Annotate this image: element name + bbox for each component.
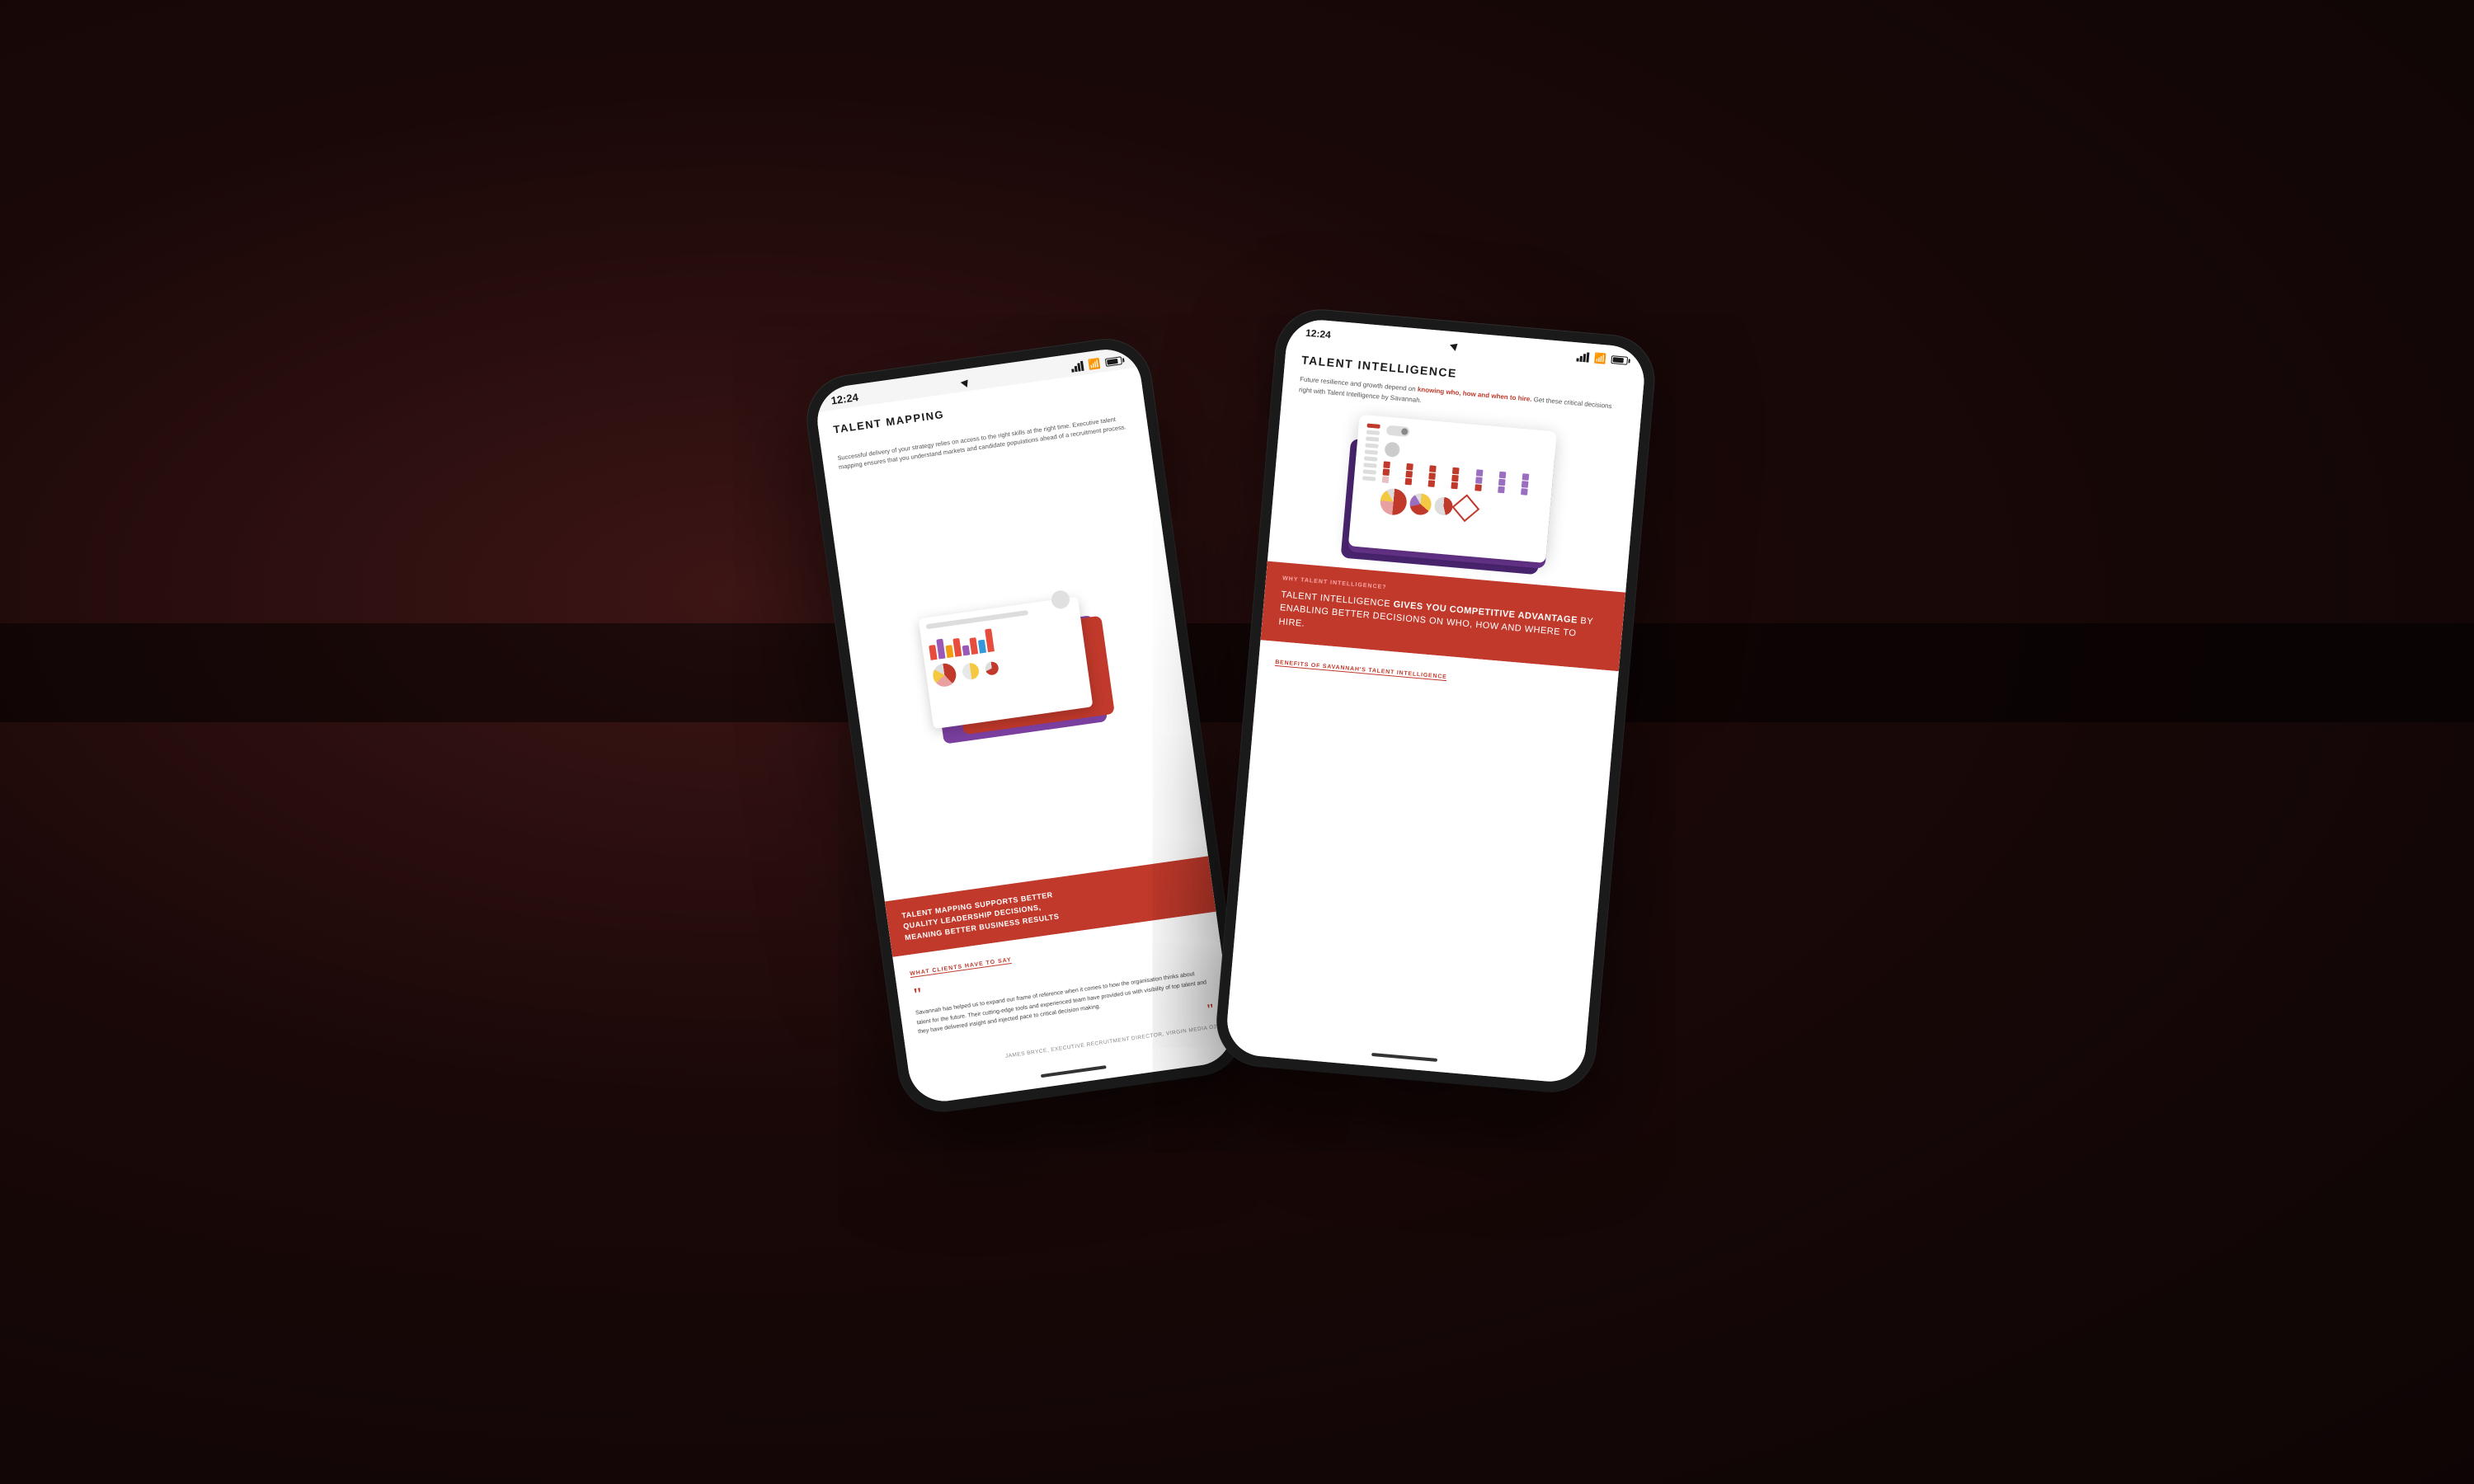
- sidebar-item-2: [1366, 436, 1379, 441]
- sidebar-item-8: [1362, 476, 1376, 481]
- cal-cell: [1429, 465, 1437, 472]
- mini-donut-chart: [931, 662, 957, 688]
- cal-cell: [1522, 473, 1529, 481]
- cal-cell: [1452, 467, 1460, 474]
- sidebar-item-4: [1365, 449, 1378, 454]
- phone-left: 12:24 📶 TALENT MAPPING: [802, 334, 1248, 1117]
- tab-sidebar: [1357, 423, 1380, 539]
- sidebar-item-active: [1366, 423, 1380, 428]
- cal-cell: [1475, 469, 1483, 477]
- red-banner-line3-prefix: MEANING: [905, 928, 946, 942]
- cal-cell: [1429, 472, 1437, 480]
- home-bar-left: [1041, 1065, 1107, 1078]
- dash-avatar-icon: [1051, 589, 1071, 610]
- phone-right: 12:24 📶 TALENT INTELLIGENCE: [1214, 307, 1658, 1096]
- wifi-icon-right: 📶: [1593, 352, 1606, 364]
- cal-cell: [1383, 468, 1390, 476]
- sidebar-item-7: [1363, 469, 1376, 474]
- phones-container: 12:24 📶 TALENT MAPPING: [849, 330, 1625, 1088]
- hero-bold: knowing who, how and when to hire.: [1418, 386, 1532, 403]
- cal-cell: [1498, 471, 1506, 478]
- cal-cell: [1475, 477, 1483, 484]
- screen-content-right: TALENT INTELLIGENCE Future resilience an…: [1226, 340, 1645, 1062]
- pie-chart-2: [1409, 492, 1432, 515]
- tab-toggle: [1386, 425, 1410, 436]
- cal-cell: [1498, 478, 1506, 486]
- home-bar-right: [1371, 1053, 1437, 1062]
- cal-cell: [1406, 470, 1413, 477]
- status-icons-right: 📶: [1576, 350, 1628, 366]
- cal-cell: [1405, 477, 1413, 485]
- location-icon-right: [1450, 340, 1460, 351]
- location-icon-left: [961, 377, 971, 387]
- battery-icon-right: [1611, 355, 1628, 365]
- phone-right-screen: 12:24 📶 TALENT INTELLIGENCE: [1225, 317, 1647, 1085]
- pie-chart-3: [1434, 496, 1454, 516]
- sidebar-item-6: [1363, 463, 1376, 467]
- time-left: 12:24: [830, 391, 859, 406]
- signal-icon-left: [1070, 360, 1084, 372]
- sidebar-item-1: [1366, 430, 1380, 434]
- tablet-illustration-container: [1268, 407, 1639, 592]
- tablet-illustration: [1341, 414, 1567, 576]
- dash-main: [918, 596, 1093, 729]
- pie-chart-1: [1379, 487, 1408, 516]
- tab-content: [1377, 425, 1548, 554]
- cal-cell: [1522, 481, 1529, 488]
- signal-icon-right: [1576, 351, 1589, 362]
- phone-left-image-area: [825, 437, 1208, 902]
- cal-cell: [1451, 481, 1459, 489]
- screen-content-left: TALENT MAPPING Successful delivery of yo…: [816, 367, 1234, 1082]
- tab-main: [1348, 414, 1557, 562]
- battery-icon-left: [1105, 356, 1122, 367]
- cal-cell: [1475, 484, 1482, 491]
- cal-cell: [1406, 463, 1413, 470]
- tab-avatar-icon: [1385, 441, 1401, 458]
- time-right: 12:24: [1305, 327, 1332, 341]
- dashboard-illustration: [918, 594, 1115, 745]
- diamond-chart: [1452, 494, 1480, 522]
- cal-cell: [1382, 476, 1390, 483]
- cal-cell: [1521, 488, 1528, 495]
- cal-cell: [1452, 474, 1460, 481]
- sidebar-item-3: [1365, 443, 1378, 448]
- cal-cell: [1428, 480, 1436, 487]
- phone-left-screen: 12:24 📶 TALENT MAPPING: [813, 345, 1237, 1106]
- mini-donut-3: [985, 660, 999, 675]
- cal-cell: [1498, 486, 1505, 493]
- cal-cell: [1383, 461, 1390, 468]
- sidebar-item-5: [1364, 456, 1377, 461]
- wifi-icon-left: 📶: [1088, 357, 1102, 370]
- mini-donut-2: [962, 662, 981, 681]
- benefits-link[interactable]: BENEFITS OF SAVANNAH'S TALENT INTELLIGEN…: [1275, 660, 1447, 681]
